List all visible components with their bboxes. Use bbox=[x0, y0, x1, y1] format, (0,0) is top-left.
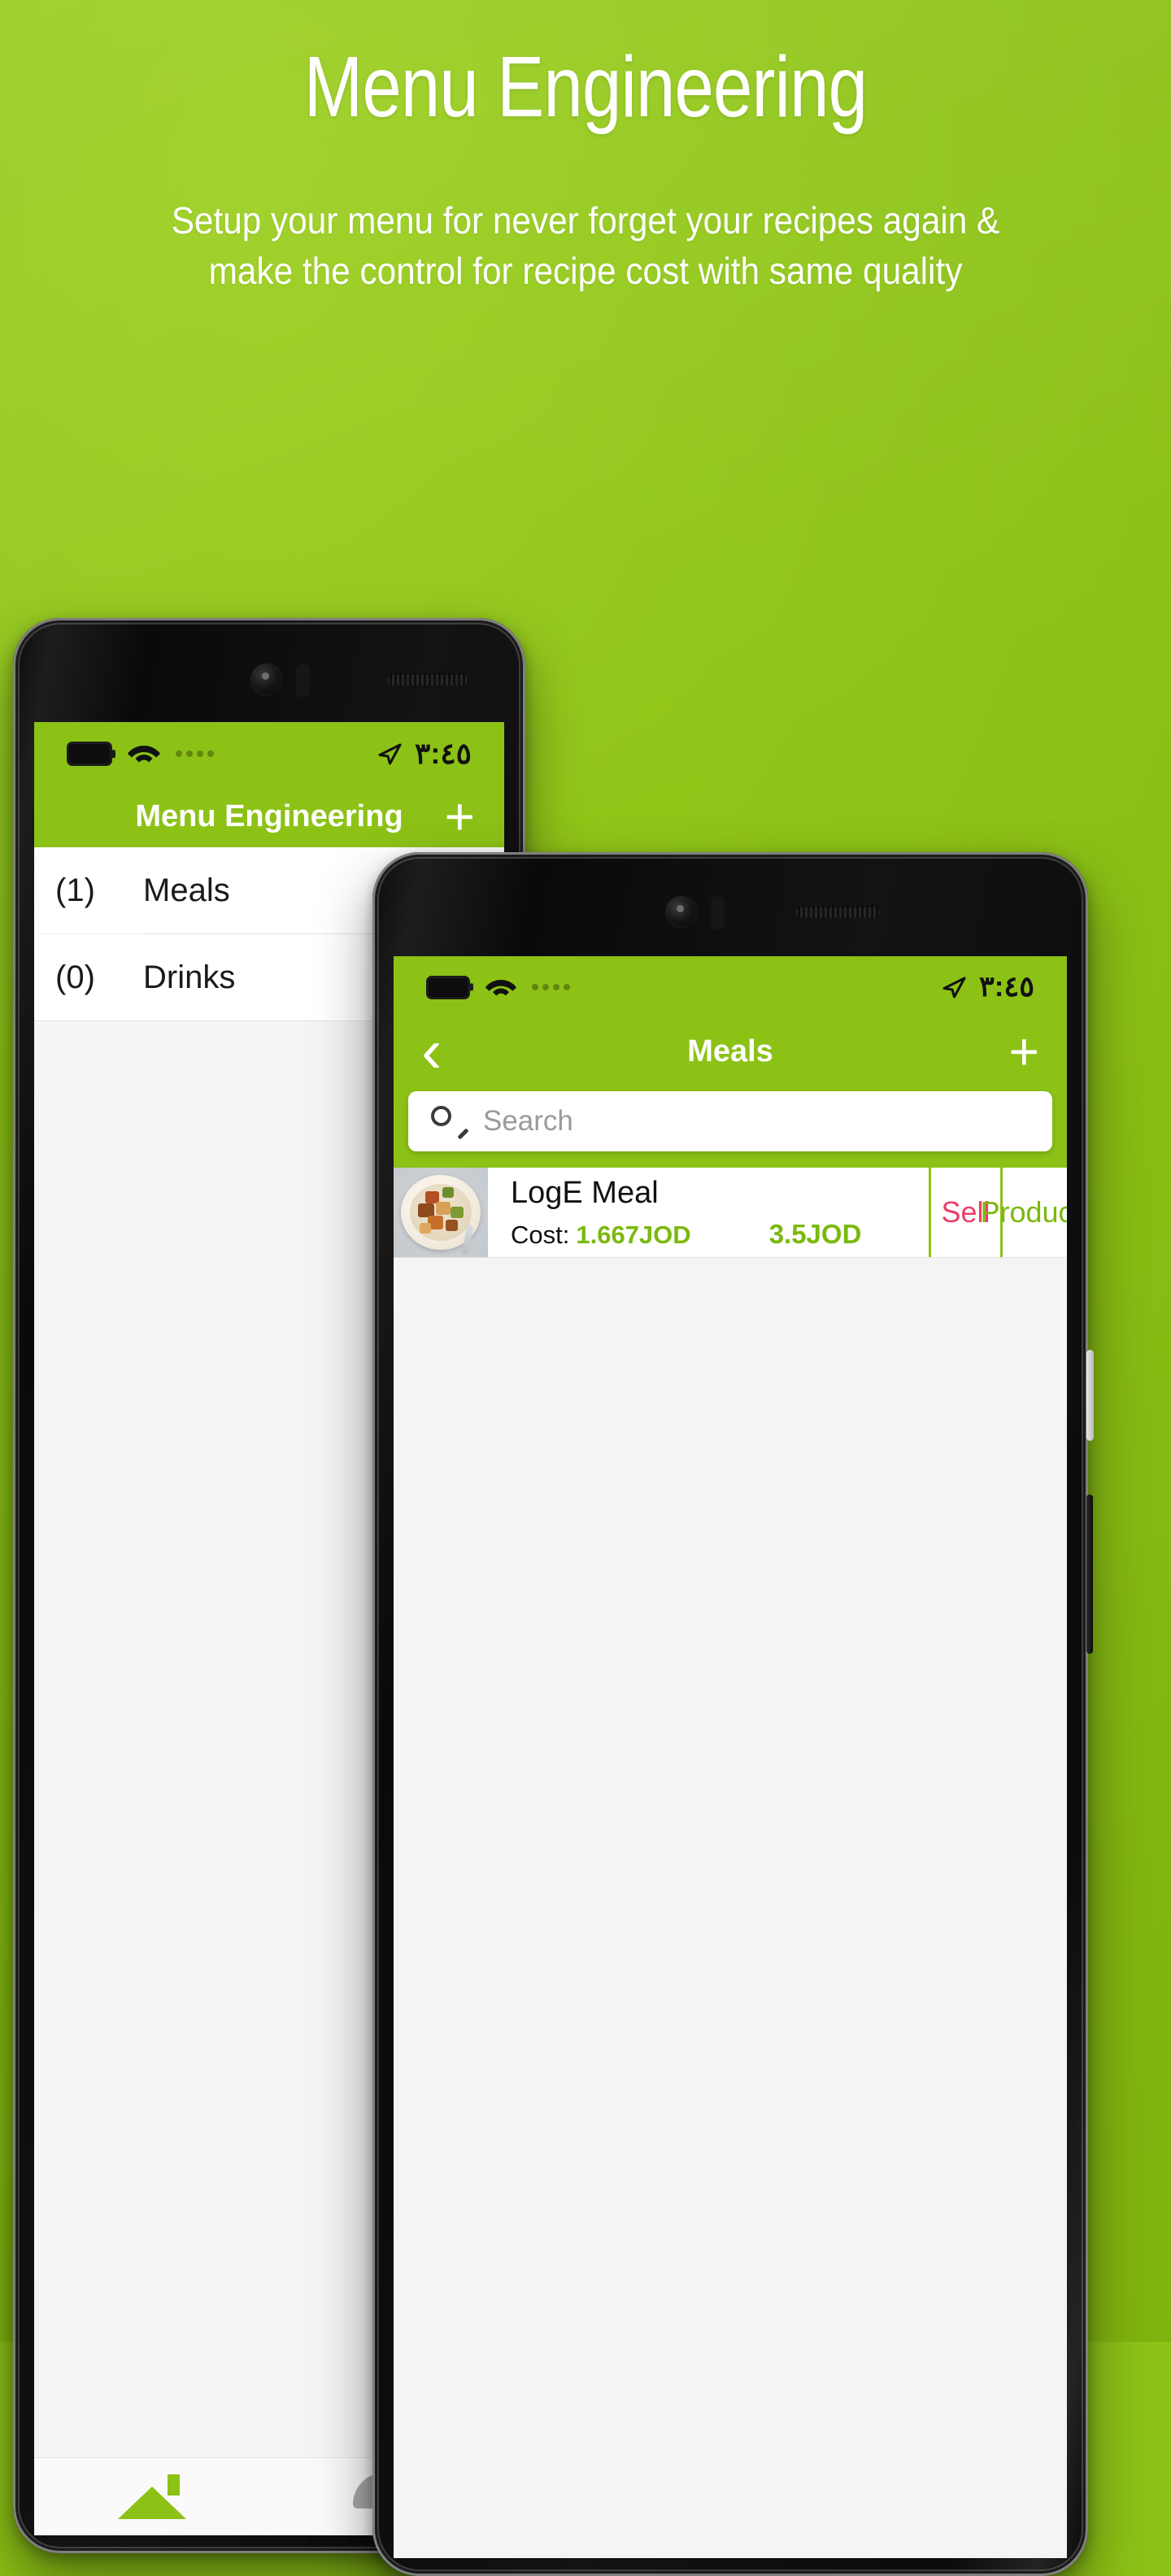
earpiece-speaker-icon bbox=[795, 906, 880, 918]
list-divider bbox=[394, 1257, 1067, 1258]
search-icon bbox=[431, 1106, 469, 1140]
signal-dots-icon bbox=[532, 984, 570, 990]
phone-screen-front: ٣:٤٥ ‹ Meals + Search LogE Meal Cost: 1.… bbox=[394, 956, 1067, 2558]
earpiece-speaker-icon bbox=[387, 673, 468, 685]
wifi-icon bbox=[128, 746, 160, 763]
signal-dots-icon bbox=[176, 751, 214, 757]
promo-subtitle: Setup your menu for never forget your re… bbox=[171, 199, 1000, 292]
cost-value: 1.667JOD bbox=[576, 1220, 691, 1249]
status-time-front: ٣:٤٥ bbox=[978, 971, 1034, 1003]
promo-header: Menu Engineering Setup your menu for nev… bbox=[0, 39, 1171, 297]
appbar-back: ٣:٤٥ Menu Engineering + bbox=[34, 722, 504, 847]
location-arrow-icon bbox=[378, 743, 402, 765]
cost-label: Cost: bbox=[511, 1220, 570, 1249]
produce-button[interactable]: Produce bbox=[980, 1168, 1067, 1257]
tab-home[interactable] bbox=[34, 2458, 269, 2535]
front-camera-icon bbox=[665, 896, 698, 929]
status-bar-front: ٣:٤٥ bbox=[394, 956, 1067, 1018]
power-button[interactable] bbox=[1086, 1350, 1094, 1441]
category-count: (0) bbox=[55, 959, 95, 995]
home-icon bbox=[117, 2473, 186, 2519]
category-name: Drinks bbox=[143, 959, 236, 995]
add-category-button[interactable]: + bbox=[439, 790, 475, 842]
produce-button-label: Produce bbox=[980, 1195, 1067, 1229]
navbar-back: Menu Engineering + bbox=[34, 785, 504, 847]
proximity-sensor-icon bbox=[296, 664, 310, 698]
location-arrow-icon bbox=[942, 977, 966, 999]
battery-full-icon bbox=[67, 742, 112, 766]
volume-button[interactable] bbox=[1086, 1495, 1093, 1654]
search-input[interactable]: Search bbox=[483, 1105, 573, 1138]
phone-mockup-front: ٣:٤٥ ‹ Meals + Search LogE Meal Cost: 1.… bbox=[372, 852, 1094, 2576]
wifi-icon bbox=[485, 979, 517, 995]
add-meal-button[interactable]: + bbox=[995, 1025, 1039, 1077]
meal-details: LogE Meal Cost: 1.667JOD 3.5JOD bbox=[488, 1168, 929, 1257]
page-title-back: Menu Engineering bbox=[135, 798, 403, 833]
back-button[interactable]: ‹ bbox=[421, 1020, 465, 1082]
category-name: Meals bbox=[143, 872, 230, 908]
meal-cost-line: Cost: 1.667JOD 3.5JOD bbox=[511, 1219, 929, 1250]
meal-list: LogE Meal Cost: 1.667JOD 3.5JOD Sell Pro… bbox=[394, 1164, 1067, 1258]
promo-title: Menu Engineering bbox=[303, 39, 868, 135]
status-bar-back: ٣:٤٥ bbox=[34, 722, 504, 785]
meal-price: 3.5JOD bbox=[768, 1218, 862, 1249]
appbar-front: ٣:٤٥ ‹ Meals + Search bbox=[394, 956, 1067, 1164]
navbar-front: ‹ Meals + bbox=[394, 1018, 1067, 1085]
table-row[interactable]: LogE Meal Cost: 1.667JOD 3.5JOD Sell Pro… bbox=[394, 1164, 1067, 1257]
category-count: (1) bbox=[55, 872, 95, 908]
battery-full-icon bbox=[426, 975, 470, 999]
search-bar[interactable]: Search bbox=[408, 1091, 1052, 1151]
search-section: Search bbox=[394, 1085, 1067, 1164]
front-camera-icon bbox=[250, 664, 283, 696]
meal-thumbnail bbox=[394, 1168, 488, 1257]
proximity-sensor-icon bbox=[711, 896, 725, 930]
status-time-back: ٣:٤٥ bbox=[415, 737, 472, 770]
page-title-front: Meals bbox=[687, 1033, 773, 1068]
meal-name: LogE Meal bbox=[511, 1175, 659, 1210]
